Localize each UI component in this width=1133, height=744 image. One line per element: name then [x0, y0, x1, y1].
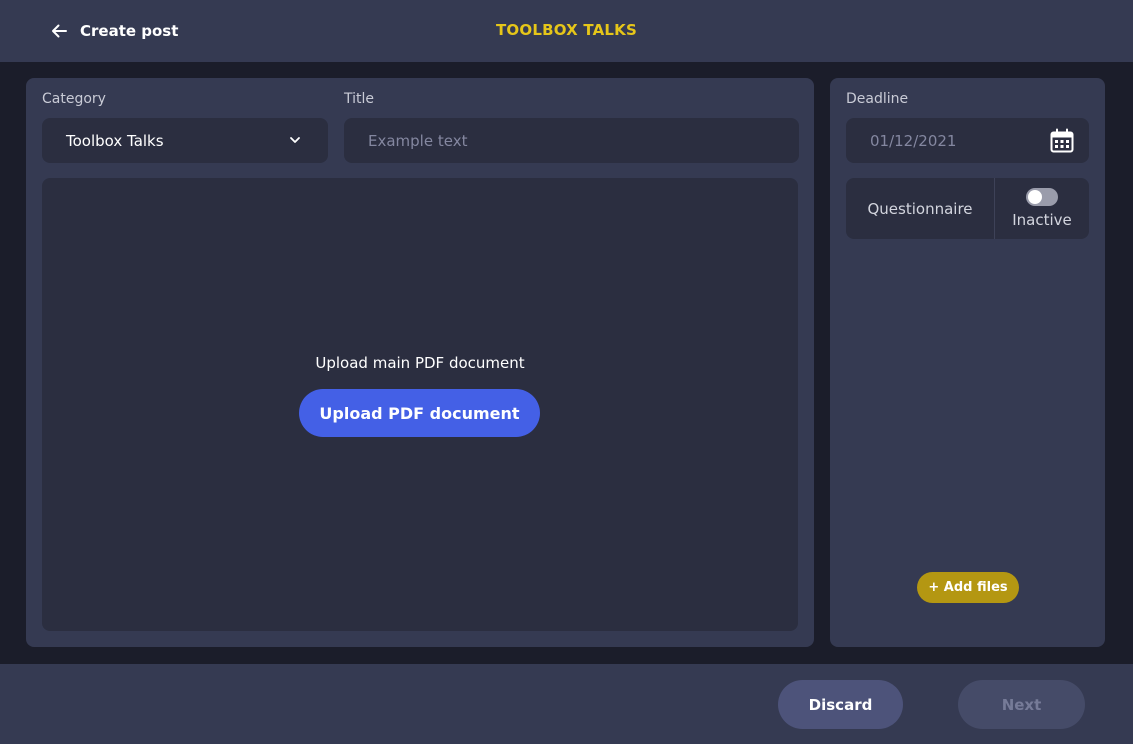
- upload-prompt: Upload main PDF document: [315, 354, 525, 372]
- questionnaire-state: Inactive: [1012, 211, 1072, 229]
- calendar-icon[interactable]: [1049, 128, 1075, 154]
- bottom-bar: Discard Next: [0, 664, 1133, 744]
- questionnaire-row: Questionnaire Inactive: [846, 178, 1089, 239]
- category-value: Toolbox Talks: [66, 131, 164, 150]
- deadline-label: Deadline: [846, 91, 909, 107]
- add-files-button[interactable]: + Add files: [917, 572, 1019, 603]
- deadline-input[interactable]: 01/12/2021: [846, 118, 1089, 163]
- main-form-panel: Category Toolbox Talks Title Upload main…: [26, 78, 814, 647]
- pdf-dropzone[interactable]: Upload main PDF document Upload PDF docu…: [42, 178, 798, 631]
- questionnaire-toggle[interactable]: [1026, 188, 1058, 206]
- questionnaire-label: Questionnaire: [846, 178, 995, 239]
- discard-button[interactable]: Discard: [778, 680, 903, 729]
- next-button[interactable]: Next: [958, 680, 1085, 729]
- chevron-down-icon: [290, 137, 300, 143]
- toggle-knob: [1028, 190, 1042, 204]
- sidebar-panel: Deadline 01/12/2021 Questionnaire Inacti…: [830, 78, 1105, 647]
- category-select[interactable]: Toolbox Talks: [42, 118, 328, 163]
- app-title: TOOLBOX TALKS: [496, 21, 637, 39]
- top-bar: Create post TOOLBOX TALKS: [0, 0, 1133, 62]
- category-label: Category: [42, 91, 106, 107]
- deadline-value: 01/12/2021: [870, 131, 957, 150]
- title-input[interactable]: [344, 118, 799, 163]
- upload-pdf-button[interactable]: Upload PDF document: [299, 389, 540, 437]
- title-label: Title: [344, 91, 375, 107]
- questionnaire-toggle-group: Inactive: [995, 178, 1089, 239]
